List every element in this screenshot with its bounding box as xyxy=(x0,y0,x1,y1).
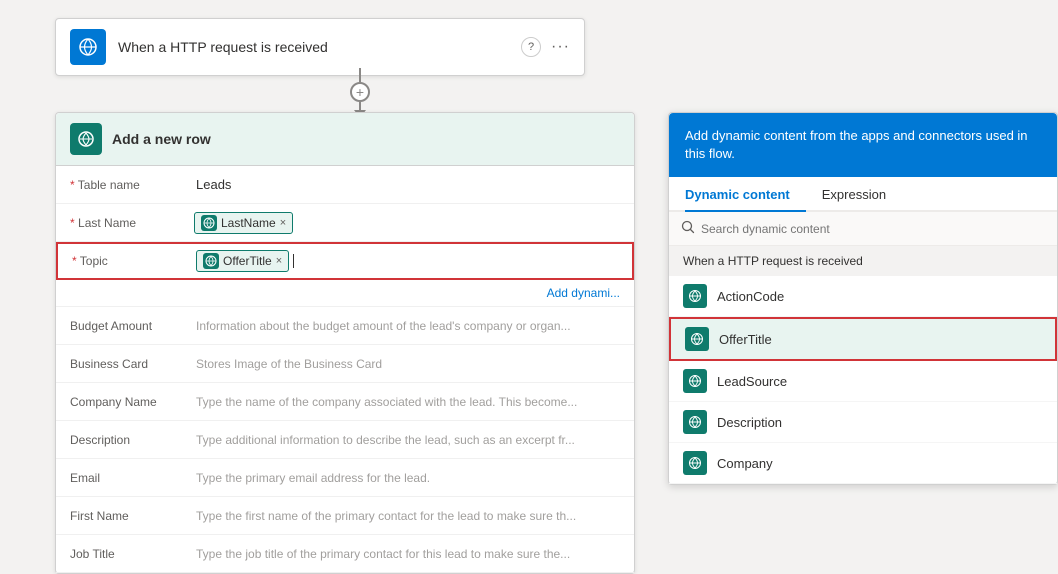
add-row-card: Add a new row Table name Leads Last Name… xyxy=(55,112,635,574)
connector-line-bottom xyxy=(359,102,361,110)
company-name-value[interactable]: Type the name of the company associated … xyxy=(186,389,634,415)
add-row-icon xyxy=(70,123,102,155)
company-icon xyxy=(683,451,707,475)
topic-row: Topic OfferTitle × xyxy=(56,242,634,280)
business-card-row: Business Card Stores Image of the Busine… xyxy=(56,345,634,383)
description-dynamic-label: Description xyxy=(717,415,782,430)
description-value[interactable]: Type additional information to describe … xyxy=(186,427,634,453)
add-row-title: Add a new row xyxy=(112,131,211,147)
http-trigger-actions: ? ··· xyxy=(521,37,570,57)
add-row-header: Add a new row xyxy=(56,113,634,166)
more-options-icon[interactable]: ··· xyxy=(551,38,570,56)
tab-expression[interactable]: Expression xyxy=(822,177,902,212)
last-name-tag[interactable]: LastName × xyxy=(194,212,293,234)
company-label: Company xyxy=(717,456,773,471)
offer-title-tag[interactable]: OfferTitle × xyxy=(196,250,289,272)
http-trigger-icon xyxy=(70,29,106,65)
last-name-tag-container[interactable]: LastName × xyxy=(186,208,634,238)
dynamic-content-panel: Add dynamic content from the apps and co… xyxy=(668,112,1058,485)
budget-amount-row: Budget Amount Information about the budg… xyxy=(56,307,634,345)
topic-tag-container[interactable]: OfferTitle × xyxy=(188,246,632,276)
actioncode-icon xyxy=(683,284,707,308)
dynamic-panel-header-text: Add dynamic content from the apps and co… xyxy=(685,128,1028,161)
last-name-tag-remove[interactable]: × xyxy=(280,217,286,229)
connector-arrow: + xyxy=(350,68,370,118)
email-label: Email xyxy=(56,463,186,493)
offer-title-tag-icon xyxy=(203,253,219,269)
description-row: Description Type additional information … xyxy=(56,421,634,459)
search-icon xyxy=(681,220,695,237)
job-title-label: Job Title xyxy=(56,539,186,569)
leadsource-label: LeadSource xyxy=(717,374,787,389)
offer-title-tag-remove[interactable]: × xyxy=(276,255,282,267)
tab-dynamic-content[interactable]: Dynamic content xyxy=(685,177,806,212)
offertitle-label: OfferTitle xyxy=(719,332,772,347)
dynamic-panel-tabs: Dynamic content Expression xyxy=(669,177,1057,212)
job-title-row: Job Title Type the job title of the prim… xyxy=(56,535,634,573)
last-name-tag-icon xyxy=(201,215,217,231)
job-title-value[interactable]: Type the job title of the primary contac… xyxy=(186,541,634,567)
budget-amount-label: Budget Amount xyxy=(56,311,186,341)
topic-label: Topic xyxy=(58,246,188,276)
add-step-button[interactable]: + xyxy=(350,82,370,102)
dynamic-item-description[interactable]: Description xyxy=(669,402,1057,443)
company-name-row: Company Name Type the name of the compan… xyxy=(56,383,634,421)
description-icon xyxy=(683,410,707,434)
first-name-value[interactable]: Type the first name of the primary conta… xyxy=(186,503,634,529)
http-trigger-title: When a HTTP request is received xyxy=(118,39,521,55)
section-header: When a HTTP request is received xyxy=(669,246,1057,276)
search-box xyxy=(669,212,1057,246)
first-name-label: First Name xyxy=(56,501,186,531)
business-card-label: Business Card xyxy=(56,349,186,379)
dynamic-item-actioncode[interactable]: ActionCode xyxy=(669,276,1057,317)
connector-line-top xyxy=(359,68,361,82)
email-value[interactable]: Type the primary email address for the l… xyxy=(186,465,634,491)
dynamic-panel-header: Add dynamic content from the apps and co… xyxy=(669,113,1057,177)
table-name-value[interactable]: Leads xyxy=(186,171,634,198)
table-name-label: Table name xyxy=(56,170,186,200)
dynamic-item-leadsource[interactable]: LeadSource xyxy=(669,361,1057,402)
dynamic-item-company[interactable]: Company xyxy=(669,443,1057,484)
actioncode-label: ActionCode xyxy=(717,289,784,304)
offertitle-icon xyxy=(685,327,709,351)
dynamic-item-offertitle[interactable]: OfferTitle xyxy=(669,317,1057,361)
add-dynamic-link[interactable]: Add dynami... xyxy=(56,280,634,307)
last-name-label: Last Name xyxy=(56,208,186,238)
leadsource-icon xyxy=(683,369,707,393)
business-card-value[interactable]: Stores Image of the Business Card xyxy=(186,351,634,377)
email-row: Email Type the primary email address for… xyxy=(56,459,634,497)
help-icon[interactable]: ? xyxy=(521,37,541,57)
offer-title-tag-label: OfferTitle xyxy=(223,254,272,268)
table-name-row: Table name Leads xyxy=(56,166,634,204)
first-name-row: First Name Type the first name of the pr… xyxy=(56,497,634,535)
description-label: Description xyxy=(56,425,186,455)
cursor-indicator xyxy=(293,254,294,268)
add-row-body: Table name Leads Last Name LastName × xyxy=(56,166,634,573)
company-name-label: Company Name xyxy=(56,387,186,417)
http-trigger-card: When a HTTP request is received ? ··· xyxy=(55,18,585,76)
search-input[interactable] xyxy=(701,222,1045,236)
last-name-row: Last Name LastName × xyxy=(56,204,634,242)
last-name-tag-label: LastName xyxy=(221,216,276,230)
budget-amount-value[interactable]: Information about the budget amount of t… xyxy=(186,313,634,339)
